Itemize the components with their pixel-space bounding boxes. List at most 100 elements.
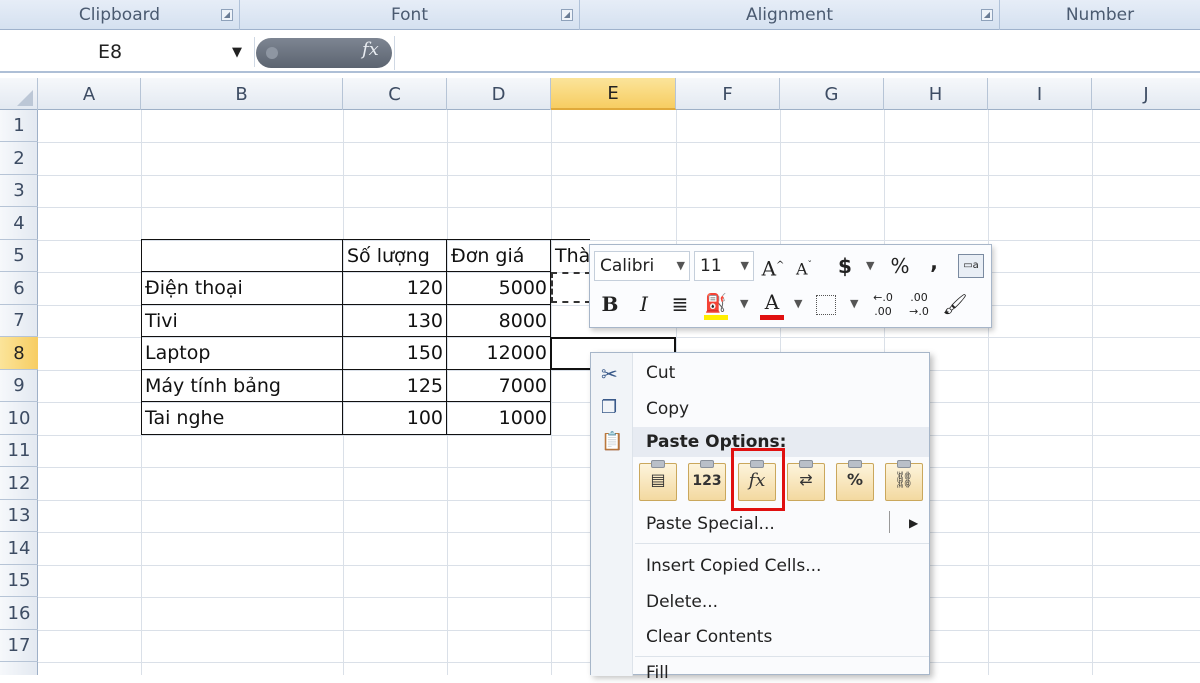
menu-item-cut[interactable]: Cut [646, 363, 675, 383]
ribbon-group-label: Font [390, 5, 428, 25]
table-cell-qty[interactable]: 150 [343, 337, 447, 369]
column-header-b[interactable]: B [141, 78, 343, 110]
font-name-combo[interactable]: Calibri ▼ [594, 251, 690, 281]
paste-transpose-button[interactable]: ⇄ [787, 460, 825, 501]
chevron-down-icon[interactable]: ▼ [677, 252, 685, 280]
chevron-right-icon[interactable]: ▶ [909, 516, 918, 530]
scissors-icon: ✂ [601, 362, 618, 386]
paste-formatting-button[interactable]: % [836, 460, 874, 501]
decrease-decimal-button[interactable]: .00 →.0 [904, 289, 934, 319]
table-header-total[interactable]: Thà [551, 240, 591, 272]
format-painter-box-icon[interactable]: ▭a [958, 254, 984, 278]
shrink-font-button[interactable]: Aˇ [792, 251, 816, 281]
chevron-down-icon[interactable]: ▼ [232, 45, 242, 60]
column-header-a[interactable]: A [38, 78, 141, 110]
table-cell-name[interactable]: Điện thoại [141, 272, 343, 304]
font-color-icon: A [764, 290, 780, 314]
paint-bucket-icon: ⛽ [704, 293, 728, 314]
table-cell-price[interactable]: 12000 [447, 337, 551, 369]
table-cell-name[interactable]: Laptop [141, 337, 343, 369]
table-cell-name[interactable]: Tai nghe [141, 402, 343, 434]
table-cell-name[interactable]: Máy tính bảng [141, 370, 343, 402]
table-header-price[interactable]: Đơn giá [447, 240, 551, 272]
table-cell-qty[interactable]: 120 [343, 272, 447, 304]
row-header[interactable]: 5 [0, 240, 38, 272]
row-header[interactable]: 6 [0, 272, 38, 305]
menu-item-paste-special[interactable]: Paste Special... [646, 514, 775, 534]
dialog-launcher-icon[interactable]: ◢ [221, 9, 233, 21]
menu-item-insert-copied-cells[interactable]: Insert Copied Cells... [646, 556, 821, 576]
row-header[interactable]: 11 [0, 435, 38, 467]
dialog-launcher-icon[interactable]: ◢ [981, 9, 993, 21]
row-header[interactable]: 14 [0, 532, 38, 565]
row-header[interactable]: 17 [0, 630, 38, 662]
paste-link-button[interactable]: ⛓ [885, 460, 923, 501]
table-cell-price[interactable]: 1000 [447, 402, 551, 434]
column-header-i[interactable]: I [988, 78, 1092, 110]
increase-decimal-button[interactable]: ←.0.00 [868, 289, 898, 319]
font-size-combo[interactable]: 11 ▼ [694, 251, 754, 281]
menu-item-fill[interactable]: Fill [646, 663, 669, 683]
row-header[interactable]: 3 [0, 175, 38, 207]
row-header[interactable]: 1 [0, 110, 38, 142]
table-header-qty[interactable]: Số lượng [343, 240, 447, 272]
row-header-selected[interactable]: 8 [0, 337, 38, 370]
row-header[interactable]: 9 [0, 370, 38, 402]
table-cell-qty[interactable]: 100 [343, 402, 447, 434]
row-header[interactable]: 7 [0, 305, 38, 337]
name-box-value: E8 [98, 41, 123, 63]
row-header[interactable]: 15 [0, 565, 38, 597]
italic-button[interactable]: I [634, 289, 654, 319]
column-header-h[interactable]: H [884, 78, 988, 110]
formula-input[interactable] [394, 36, 1200, 70]
row-header[interactable]: 16 [0, 597, 38, 630]
percent-button[interactable]: % [888, 251, 912, 281]
row-header[interactable]: 4 [0, 207, 38, 240]
format-painter-button[interactable]: 🖌 [940, 289, 970, 319]
center-align-button[interactable]: ≣ [666, 289, 694, 319]
column-header-c[interactable]: C [343, 78, 447, 110]
chevron-down-icon[interactable]: ▼ [850, 289, 858, 319]
currency-button[interactable]: $ [834, 251, 856, 281]
table-cell-price[interactable]: 5000 [447, 272, 551, 304]
table-cell-price[interactable]: 7000 [447, 370, 551, 402]
row-header[interactable]: 12 [0, 467, 38, 500]
table-cell-qty[interactable]: 130 [343, 305, 447, 337]
ribbon-group-label: Number [1065, 5, 1135, 25]
column-header-j[interactable]: J [1092, 78, 1200, 110]
menu-item-clear-contents[interactable]: Clear Contents [646, 627, 772, 647]
menu-item-delete[interactable]: Delete... [646, 592, 718, 612]
font-color-button[interactable]: A [758, 287, 786, 320]
context-menu: ✂ Cut ❐ Copy 📋 Paste Options: ▤ 123 fx ⇄… [590, 352, 930, 683]
table-cell-name[interactable]: Tivi [141, 305, 343, 337]
chevron-down-icon[interactable]: ▼ [866, 251, 874, 281]
borders-button[interactable] [816, 295, 836, 315]
column-header-f[interactable]: F [676, 78, 780, 110]
grow-font-button[interactable]: A^ [760, 251, 786, 281]
table-cell-qty[interactable]: 125 [343, 370, 447, 402]
comma-button[interactable]: , [924, 247, 944, 277]
row-header[interactable]: 2 [0, 142, 38, 175]
center-align-icon: ≣ [671, 292, 689, 316]
paste-values-button[interactable]: 123 [688, 460, 726, 501]
fill-color-button[interactable]: ⛽ [702, 287, 730, 320]
fill-color-bar [704, 315, 728, 320]
bold-button[interactable]: B [598, 289, 622, 319]
mini-toolbar: Calibri ▼ 11 ▼ A^ Aˇ $ ▼ % , ▭a B I ≣ ⛽ … [589, 244, 992, 328]
column-header-d[interactable]: D [447, 78, 551, 110]
chevron-down-icon[interactable]: ▼ [794, 289, 802, 319]
select-all-button[interactable] [0, 78, 38, 110]
row-header[interactable]: 13 [0, 500, 38, 532]
name-box[interactable]: E8 ▼ [0, 37, 255, 67]
menu-separator [635, 543, 929, 544]
dialog-launcher-icon[interactable]: ◢ [561, 9, 573, 21]
chevron-down-icon[interactable]: ▼ [741, 252, 749, 280]
paste-button[interactable]: ▤ [639, 460, 677, 501]
chevron-down-icon[interactable]: ▼ [740, 289, 748, 319]
insert-function-icon[interactable]: fx [362, 39, 379, 60]
column-header-g[interactable]: G [780, 78, 884, 110]
table-cell-price[interactable]: 8000 [447, 305, 551, 337]
column-header-e[interactable]: E [551, 78, 676, 110]
menu-item-copy[interactable]: Copy [646, 399, 689, 419]
row-header[interactable]: 10 [0, 402, 38, 435]
